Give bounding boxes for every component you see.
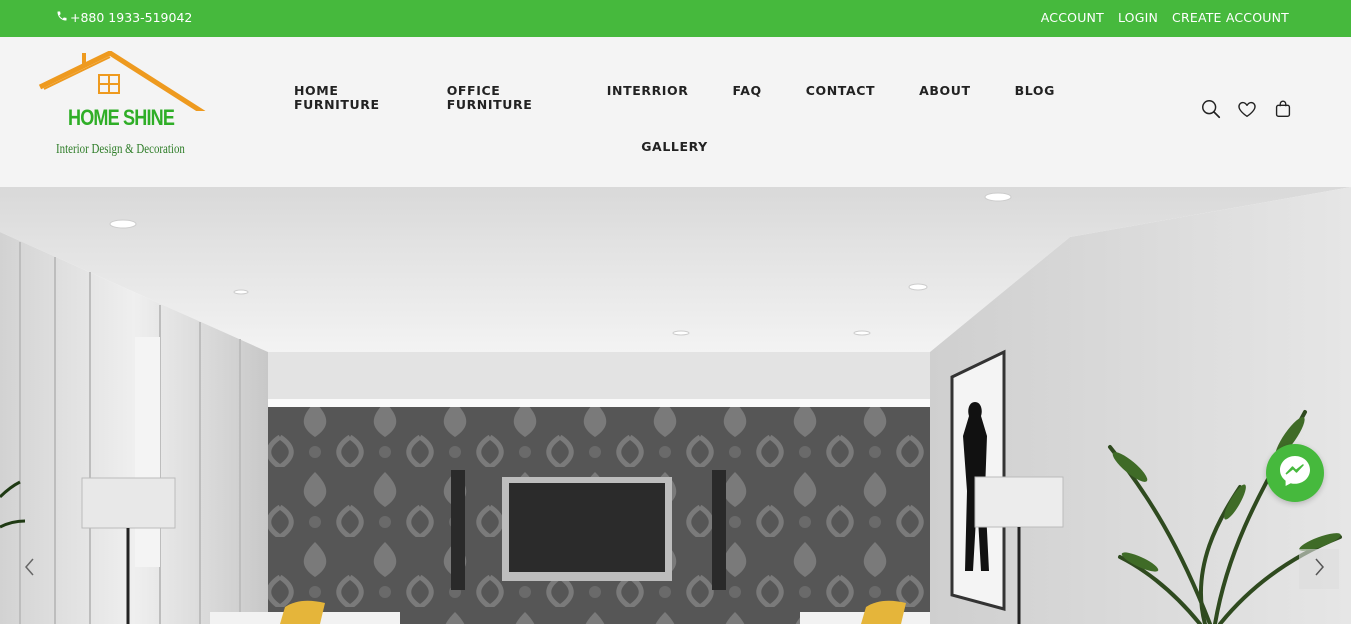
chevron-right-icon [1312,557,1326,581]
nav-home-furniture[interactable]: HOME FURNITURE [272,81,425,115]
messenger-chat-button[interactable] [1266,444,1324,502]
logo-brand-text: HOME SHINE [68,105,175,130]
account-link[interactable]: ACCOUNT [1041,10,1104,25]
search-icon[interactable] [1200,98,1222,120]
house-roof-logo-mark [38,50,206,116]
top-bar: +880 1933-519042 ACCOUNT LOGIN CREATE AC… [0,0,1351,37]
nav-blog[interactable]: BLOG [993,81,1077,115]
main-navigation: HOME FURNITURE OFFICE FURNITURE INTERRIO… [272,81,1077,157]
nav-contact[interactable]: CONTACT [784,81,897,115]
phone-number: +880 1933-519042 [70,10,193,25]
heart-icon[interactable] [1236,98,1258,120]
phone-icon [56,10,68,25]
create-account-link[interactable]: CREATE ACCOUNT [1172,10,1289,25]
chevron-left-icon [23,557,37,581]
site-logo[interactable]: HOME SHINE Interior Design & Decoration [38,50,208,173]
nav-office-furniture[interactable]: OFFICE FURNITURE [425,81,585,115]
contact-phone[interactable]: +880 1933-519042 [56,10,192,25]
slider-next-button[interactable] [1299,549,1339,589]
login-link[interactable]: LOGIN [1118,10,1158,25]
hero-slide-image [0,187,1351,624]
site-header: HOME SHINE Interior Design & Decoration … [0,37,1351,187]
logo-tagline: Interior Design & Decoration [56,142,185,157]
messenger-icon [1277,453,1313,493]
nav-interrior[interactable]: INTERRIOR [585,81,711,115]
nav-faq[interactable]: FAQ [711,81,784,115]
nav-gallery[interactable]: GALLERY [619,137,730,157]
nav-about[interactable]: ABOUT [897,81,993,115]
shopping-bag-icon[interactable] [1272,98,1294,120]
hero-slider [0,187,1351,624]
slider-prev-button[interactable] [10,549,50,589]
